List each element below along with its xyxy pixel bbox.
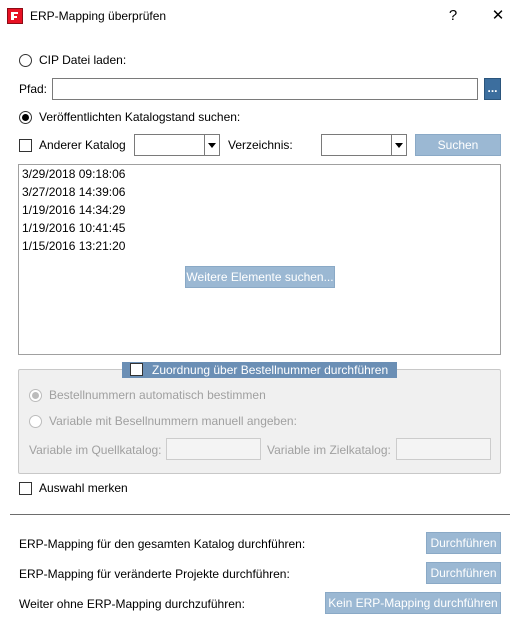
window-title: ERP-Mapping überprüfen: [30, 9, 167, 23]
target-variable-input[interactable]: [396, 438, 491, 460]
remember-selection-label: Auswahl merken: [39, 481, 128, 495]
action-skip-label: Weiter ohne ERP-Mapping durchzuführen:: [19, 597, 245, 611]
directory-combo[interactable]: [321, 134, 407, 156]
list-item[interactable]: 3/29/2018 09:18:06: [22, 167, 125, 181]
action-full-catalog-label: ERP-Mapping für den gesamten Katalog dur…: [19, 537, 306, 551]
divider: [10, 514, 510, 515]
target-variable-label: Variable im Zielkatalog:: [267, 443, 391, 457]
run-full-mapping-button[interactable]: Durchführen: [426, 532, 501, 554]
manual-order-label: Variable mit Besellnummern manuell angeb…: [49, 414, 297, 428]
published-catalog-label: Veröffentlichten Katalogstand suchen:: [39, 110, 241, 124]
other-catalog-checkbox[interactable]: [19, 139, 32, 152]
list-item[interactable]: 1/19/2016 14:34:29: [22, 203, 125, 217]
path-input[interactable]: [52, 78, 478, 100]
catalog-combo[interactable]: [134, 134, 220, 156]
close-button[interactable]: ✕: [488, 8, 508, 23]
skip-mapping-button[interactable]: Kein ERP-Mapping durchführen: [325, 592, 501, 614]
version-list[interactable]: 3/29/2018 09:18:06 3/27/2018 14:39:06 1/…: [18, 164, 501, 355]
cip-file-radio[interactable]: [19, 54, 32, 67]
chevron-down-icon: [204, 135, 219, 155]
action-changed-projects-label: ERP-Mapping für veränderte Projekte durc…: [19, 567, 290, 581]
source-variable-input[interactable]: [166, 438, 261, 460]
manual-order-radio[interactable]: [29, 415, 42, 428]
more-elements-button[interactable]: Weitere Elemente suchen...: [185, 266, 335, 288]
other-catalog-label: Anderer Katalog: [39, 138, 126, 152]
list-item[interactable]: 1/19/2016 10:41:45: [22, 221, 125, 235]
chevron-down-icon: [391, 135, 406, 155]
browse-button[interactable]: ...: [484, 78, 501, 100]
remember-selection-checkbox[interactable]: [19, 482, 32, 495]
source-variable-label: Variable im Quellkatalog:: [29, 443, 162, 457]
help-button[interactable]: ?: [443, 8, 463, 23]
auto-order-radio[interactable]: [29, 389, 42, 402]
published-catalog-radio[interactable]: [19, 111, 32, 124]
order-number-group-header: Zuordnung über Bestellnummer durchführen: [122, 362, 397, 378]
directory-label: Verzeichnis:: [228, 138, 293, 152]
order-number-label: Zuordnung über Bestellnummer durchführen: [152, 363, 389, 377]
run-changed-mapping-button[interactable]: Durchführen: [426, 562, 501, 584]
cip-file-label: CIP Datei laden:: [39, 53, 127, 67]
auto-order-label: Bestellnummern automatisch bestimmen: [49, 388, 266, 402]
list-item[interactable]: 3/27/2018 14:39:06: [22, 185, 125, 199]
app-icon: [7, 8, 23, 24]
order-number-checkbox[interactable]: [130, 363, 143, 376]
search-button[interactable]: Suchen: [415, 134, 501, 156]
list-item[interactable]: 1/15/2016 13:21:20: [22, 239, 125, 253]
path-label: Pfad:: [19, 82, 48, 96]
